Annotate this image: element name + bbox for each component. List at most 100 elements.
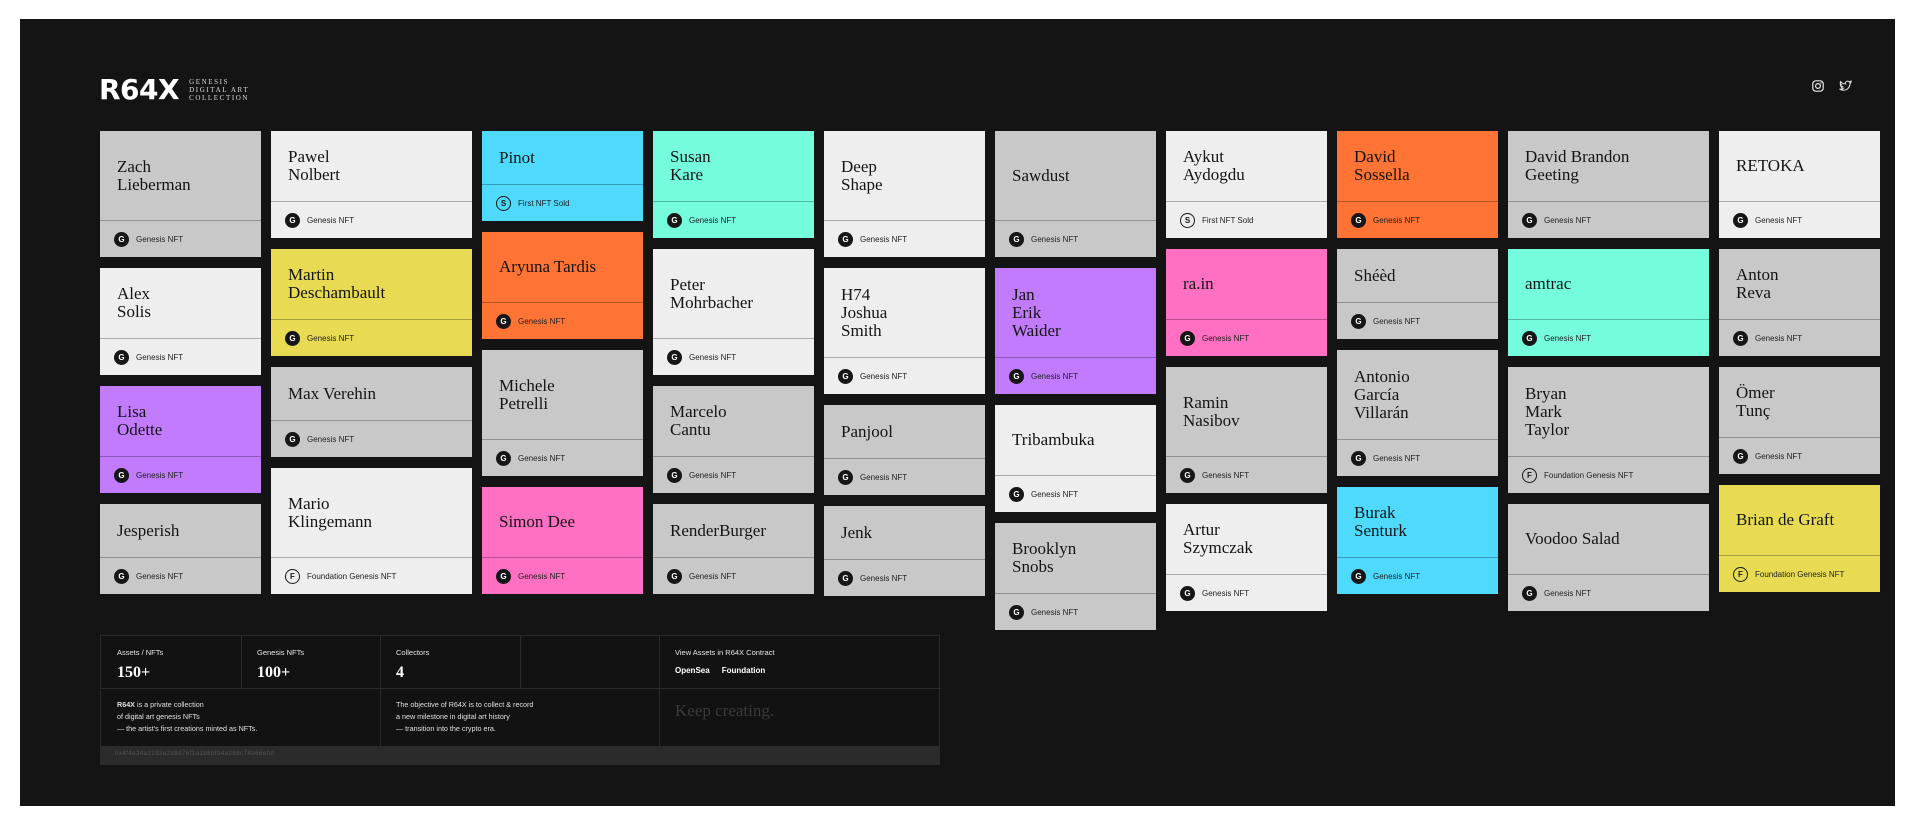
artist-card-pinot[interactable]: Pinot S First NFT Sold [482,131,643,221]
nft-tag-label: Foundation Genesis NFT [307,571,397,581]
logo[interactable]: R64X GENESIS DIGITAL ART COLLECTION [99,76,249,104]
nft-tag-label: Genesis NFT [136,470,184,480]
nft-tag: G Genesis NFT [1719,437,1880,474]
artist-card-pawel-nolbert[interactable]: Pawel Nolbert G Genesis NFT [271,131,472,238]
artist-name: Aryuna Tardis [499,257,597,276]
artist-card-artur-szymczak[interactable]: Artur Szymczak G Genesis NFT [1166,504,1327,611]
about-text: R64X is a private collection of digital … [117,699,257,735]
logo-subtitle-line: COLLECTION [189,94,250,102]
nft-tag-label: Genesis NFT [860,573,908,583]
artist-name: Pinot [499,147,535,167]
artist-name: Jenk [841,522,873,542]
nft-tag: G Genesis NFT [1508,319,1709,356]
nft-tag: G Genesis NFT [100,456,261,493]
foundation-link[interactable]: Foundation [722,666,766,675]
artist-card-sheed[interactable]: Shéèd G Genesis NFT [1337,249,1498,339]
instagram-icon[interactable] [1812,79,1826,93]
nft-tag-label: Genesis NFT [1373,316,1421,326]
artist-card-ramin-nasibov[interactable]: Ramin Nasibov G Genesis NFT [1166,367,1327,493]
artist-name: Voodoo Salad [1525,529,1620,548]
artist-card-aykut-aydogdu[interactable]: Aykut Aydogdu S First NFT Sold [1166,131,1327,238]
foundation-badge-icon: F [1733,566,1748,582]
artist-card-renderburger[interactable]: RenderBurger G Genesis NFT [653,504,814,594]
artist-card-simon-dee[interactable]: Simon Dee G Genesis NFT [482,487,643,594]
artist-card-amtrac[interactable]: amtrac G Genesis NFT [1508,249,1709,356]
nft-tag-label: Genesis NFT [136,571,184,581]
artist-card-zach-lieberman[interactable]: Zach Lieberman G Genesis NFT [100,131,261,257]
nft-tag-label: Genesis NFT [1031,489,1079,499]
artist-card-aryuna-tardis[interactable]: Aryuna Tardis G Genesis NFT [482,232,643,339]
artist-card-jenk[interactable]: Jenk G Genesis NFT [824,506,985,596]
nft-tag-label: Genesis NFT [307,434,355,444]
nft-tag-label: Genesis NFT [1544,333,1592,343]
artist-card-tribambuka[interactable]: Tribambuka G Genesis NFT [995,405,1156,512]
artist-card-panjool[interactable]: Panjool G Genesis NFT [824,405,985,495]
twitter-icon[interactable] [1838,79,1853,93]
artist-card-martin-deschambault[interactable]: Martin Deschambault G Genesis NFT [271,249,472,356]
artist-card-jan-erik-waider[interactable]: Jan Erik Waider G Genesis NFT [995,268,1156,394]
nft-tag-label: Genesis NFT [136,234,184,244]
artist-card-susan-kare[interactable]: Susan Kare G Genesis NFT [653,131,814,238]
stat-label: Collectors [396,648,430,657]
artist-card-peter-mohrbacher[interactable]: Peter Mohrbacher G Genesis NFT [653,249,814,375]
artist-card-bryan-mark-taylor[interactable]: Bryan Mark Taylor F Foundation Genesis NFT [1508,367,1709,493]
genesis-badge-icon: G [114,349,129,365]
nft-tag: F Foundation Genesis NFT [1508,456,1709,493]
artist-card-deep-shape[interactable]: Deep Shape G Genesis NFT [824,131,985,257]
nft-tag: F Foundation Genesis NFT [1719,555,1880,592]
genesis-badge-icon: G [1522,330,1537,346]
genesis-badge-icon: G [667,467,682,483]
artist-card-voodoo-salad[interactable]: Voodoo Salad G Genesis NFT [1508,504,1709,611]
artist-card-h74-joshua-smith[interactable]: H74 Joshua Smith G Genesis NFT [824,268,985,394]
artist-card-david-brandon-geeting[interactable]: David Brandon Geeting G Genesis NFT [1508,131,1709,238]
artist-card-brian-de-graft[interactable]: Brian de Graft F Foundation Genesis NFT [1719,485,1880,592]
nft-tag-label: Foundation Genesis NFT [1755,569,1845,579]
opensea-link[interactable]: OpenSea [675,666,710,675]
artist-card-max-verehin[interactable]: Max Verehin G Genesis NFT [271,367,472,457]
nft-tag: G Genesis NFT [1508,574,1709,611]
artist-card-mario-klingemann[interactable]: Mario Klingemann F Foundation Genesis NFT [271,468,472,594]
nft-tag-label: Genesis NFT [1544,588,1592,598]
artist-name: amtrac [1525,274,1572,293]
genesis-badge-icon: G [1733,212,1748,228]
artist-name: Susan Kare [670,147,711,184]
artist-name: Deep Shape [841,156,883,194]
nft-tag-label: First NFT Sold [1202,215,1254,225]
artist-card-michele-petrelli[interactable]: Michele Petrelli G Genesis NFT [482,350,643,476]
genesis-badge-icon: G [1733,330,1748,346]
artist-card-retoka[interactable]: RETOKA G Genesis NFT [1719,131,1880,238]
nft-tag: S First NFT Sold [482,184,643,221]
first-sold-badge-icon: S [496,195,511,211]
artist-card-omer-tunc[interactable]: Ömer Tunç G Genesis NFT [1719,367,1880,474]
artist-name: RETOKA [1736,156,1805,175]
artist-card-lisa-odette[interactable]: Lisa Odette G Genesis NFT [100,386,261,493]
nft-tag: G Genesis NFT [482,557,643,594]
nft-tag-label: Genesis NFT [518,571,566,581]
artist-card-brooklyn-snobs[interactable]: Brooklyn Snobs G Genesis NFT [995,523,1156,630]
page-background: R64X GENESIS DIGITAL ART COLLECTION Zach… [20,19,1895,806]
artist-card-anton-reva[interactable]: Anton Reva G Genesis NFT [1719,249,1880,356]
artist-card-marcelo-cantu[interactable]: Marcelo Cantu G Genesis NFT [653,386,814,493]
nft-tag: G Genesis NFT [1337,557,1498,594]
artist-card-sawdust[interactable]: Sawdust G Genesis NFT [995,131,1156,257]
nft-tag: G Genesis NFT [824,458,985,495]
artist-name: Marcelo Cantu [670,402,727,439]
artist-card-alex-solis[interactable]: Alex Solis G Genesis NFT [100,268,261,375]
genesis-badge-icon: G [1009,368,1024,384]
nft-tag: G Genesis NFT [482,439,643,476]
nft-tag-label: Genesis NFT [860,371,908,381]
first-sold-badge-icon: S [1180,212,1195,228]
artist-card-burak-senturk[interactable]: Burak Senturk G Genesis NFT [1337,487,1498,594]
genesis-badge-icon: G [1351,212,1366,228]
objective-line: a new milestone in digital art history [396,712,510,721]
nft-tag-label: Genesis NFT [860,472,908,482]
genesis-badge-icon: G [838,231,853,247]
artist-card-jesperish[interactable]: Jesperish G Genesis NFT [100,504,261,594]
artist-card-david-sossella[interactable]: David Sossella G Genesis NFT [1337,131,1498,238]
artist-card-ra-in[interactable]: ra.in G Genesis NFT [1166,249,1327,356]
artist-card-antonio-garcia-villaran[interactable]: Antonio García Villarán G Genesis NFT [1337,350,1498,476]
contract-address-bar[interactable]: 0x4f4e34a2233e2d8d76f1a1b8bfb4a2b8c74b66… [101,746,939,764]
nft-tag-label: Genesis NFT [518,316,566,326]
artist-name: Pawel Nolbert [288,147,340,184]
artist-name: Alex Solis [117,284,152,321]
